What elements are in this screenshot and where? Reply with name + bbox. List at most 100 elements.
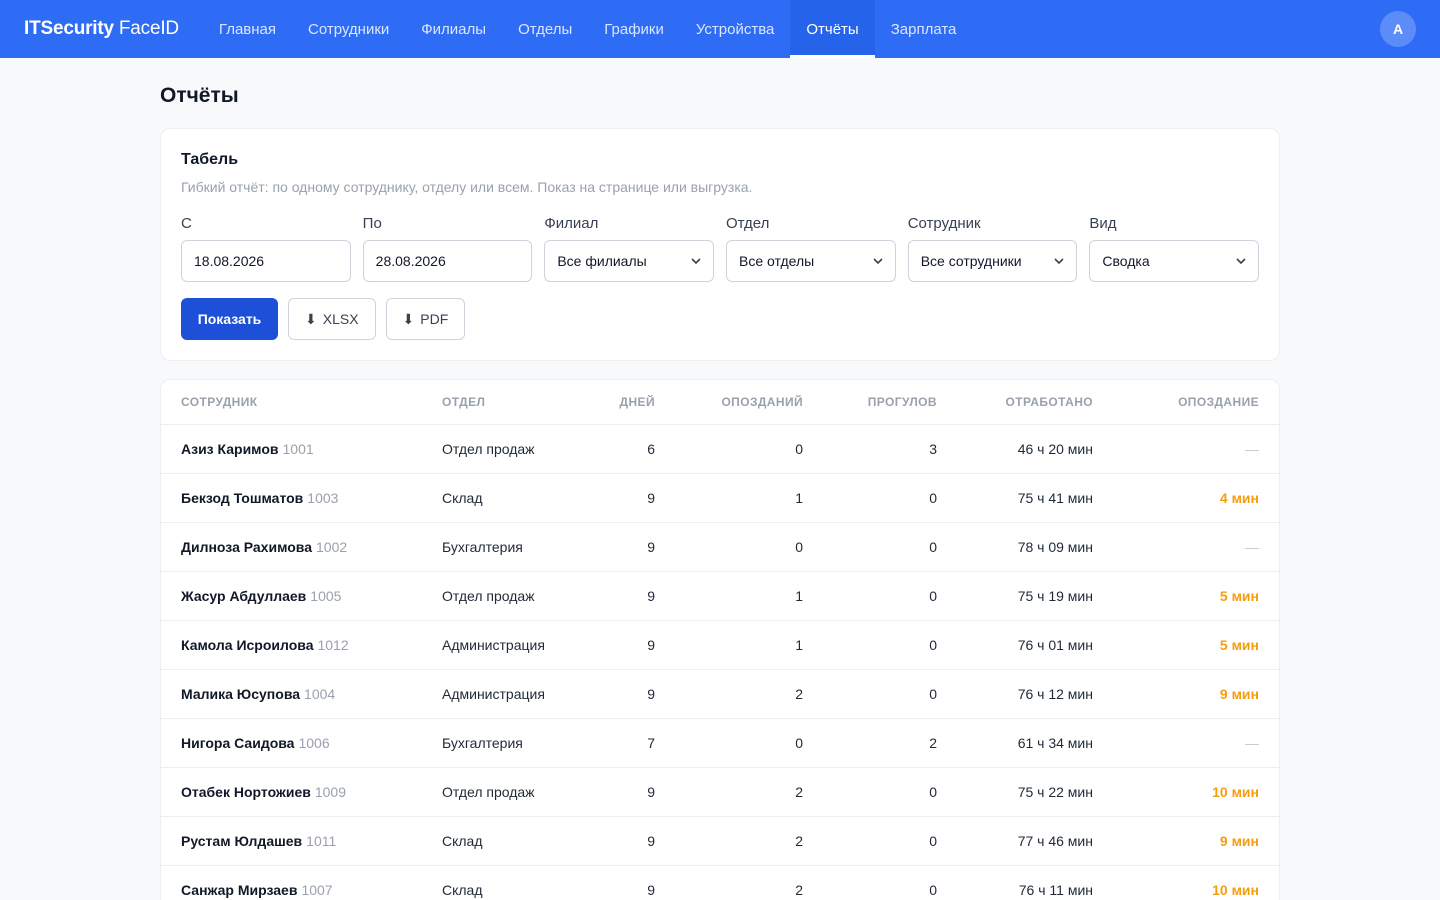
cell-lates: 0 [675, 424, 823, 474]
table-row[interactable]: Нигора Саидова 1006 Бухгалтерия 7 0 2 61 ч 34 … [161, 718, 1279, 768]
cell-days: 9 [572, 767, 675, 817]
branch-field: Филиал Все филиалы [544, 215, 715, 282]
date-from-input[interactable]: 18.08.2026 [181, 240, 351, 282]
branch-select[interactable]: Все филиалы [544, 240, 715, 282]
download-icon: ⬇ [402, 310, 415, 327]
cell-late: — [1113, 424, 1279, 474]
cell-absences: 0 [823, 865, 957, 900]
col-employee[interactable]: Сотрудник [161, 380, 422, 425]
cell-days: 7 [572, 718, 675, 768]
date-to-value: 28.08.2026 [375, 253, 446, 269]
employee-id: 1004 [304, 685, 336, 702]
report-title: Табель [181, 151, 239, 168]
nav-item-schedules[interactable]: Графики [588, 0, 680, 58]
employee-select[interactable]: Все сотрудники [907, 240, 1078, 282]
cell-department: Отдел продаж [422, 424, 572, 474]
chevron-down-icon [1236, 256, 1246, 266]
table-row[interactable]: Отабек Нортожиев 1009 Отдел продаж 9 2 0 75 ч … [161, 767, 1279, 817]
date-from-label: С [181, 215, 192, 232]
nav-item-departments[interactable]: Отделы [502, 0, 588, 58]
table-row[interactable]: Санжар Мирзаев 1007 Склад 9 2 0 76 ч 11 мин 10 … [161, 865, 1279, 900]
department-select[interactable]: Все отделы [726, 240, 896, 282]
cell-employee: Рустам Юлдашев 1011 [161, 816, 422, 866]
show-button[interactable]: Показать [181, 298, 278, 340]
cell-lates: 2 [675, 865, 823, 900]
employee-id: 1007 [301, 881, 333, 898]
table-row[interactable]: Дилноза Рахимова 1002 Бухгалтерия 9 0 0 78 ч 0… [161, 522, 1279, 572]
cell-absences: 0 [823, 620, 957, 670]
date-to-input[interactable]: 28.08.2026 [362, 240, 533, 282]
brand-logo[interactable]: ITSecurity FaceID [24, 0, 179, 58]
export-pdf-button[interactable]: ⬇ PDF [385, 298, 466, 340]
cell-department: Бухгалтерия [422, 718, 572, 768]
employee-id: 1011 [306, 832, 337, 849]
view-label: Вид [1089, 215, 1117, 232]
chevron-down-icon [691, 256, 701, 266]
filter-fields: С 18.08.2026 По 28.08.2026 Филиал Все фи… [181, 215, 1260, 282]
date-from-field: С 18.08.2026 [181, 215, 351, 282]
employee-id: 1005 [310, 587, 342, 604]
cell-department: Отдел продаж [422, 767, 572, 817]
export-xlsx-button[interactable]: ⬇ XLSX [288, 298, 376, 340]
page-title: Отчёты [160, 84, 239, 107]
department-value: Все отделы [739, 253, 815, 269]
nav-item-salary[interactable]: Зарплата [875, 0, 973, 58]
user-avatar[interactable]: A [1380, 11, 1416, 47]
main-nav: Главная Сотрудники Филиалы Отделы График… [203, 0, 972, 58]
col-days[interactable]: Дней [572, 380, 675, 425]
cell-worked: 77 ч 46 мин [957, 816, 1113, 866]
table-header-row: Сотрудник Отдел Дней Опозданий Прогулов … [161, 380, 1279, 425]
nav-item-devices[interactable]: Устройства [680, 0, 790, 58]
report-subtitle: Гибкий отчёт: по одному сотруднику, отде… [181, 179, 753, 195]
table-row[interactable]: Бекзод Тошматов 1003 Склад 9 1 0 75 ч 41 мин 4 … [161, 473, 1279, 523]
table-row[interactable]: Камола Исроилова 1012 Администрация 9 1 0 76 ч… [161, 620, 1279, 670]
cell-department: Склад [422, 816, 572, 866]
col-absences[interactable]: Прогулов [823, 380, 957, 425]
cell-late: 4 мин [1113, 473, 1279, 523]
cell-department: Склад [422, 473, 572, 523]
table-row[interactable]: Азиз Каримов 1001 Отдел продаж 6 0 3 46 ч 20 м… [161, 424, 1279, 474]
employee-label: Сотрудник [907, 215, 981, 232]
cell-worked: 76 ч 01 мин [957, 620, 1113, 670]
cell-late: — [1113, 522, 1279, 572]
cell-worked: 78 ч 09 мин [957, 522, 1113, 572]
brand-name-bold: ITSecurity [24, 18, 114, 39]
table-row[interactable]: Жасур Абдуллаев 1005 Отдел продаж 9 1 0 75 ч 1… [161, 571, 1279, 621]
date-to-label: По [362, 215, 382, 232]
employee-name: Дилноза Рахимова [181, 538, 313, 555]
table-row[interactable]: Рустам Юлдашев 1011 Склад 9 2 0 77 ч 46 мин 9 м… [161, 816, 1279, 866]
cell-lates: 0 [675, 718, 823, 768]
cell-lates: 1 [675, 571, 823, 621]
cell-absences: 0 [823, 571, 957, 621]
nav-item-employees[interactable]: Сотрудники [292, 0, 405, 58]
cell-days: 9 [572, 865, 675, 900]
nav-item-branches[interactable]: Филиалы [405, 0, 502, 58]
employee-id: 1006 [298, 734, 330, 751]
cell-days: 9 [572, 522, 675, 572]
view-select[interactable]: Сводка [1089, 240, 1260, 282]
nav-item-home[interactable]: Главная [203, 0, 292, 58]
date-from-value: 18.08.2026 [194, 253, 265, 269]
col-late[interactable]: Опоздание [1113, 380, 1279, 425]
cell-worked: 75 ч 19 мин [957, 571, 1113, 621]
col-lates[interactable]: Опозданий [675, 380, 823, 425]
employee-id: 1002 [316, 538, 348, 555]
cell-days: 9 [572, 816, 675, 866]
department-label: Отдел [726, 215, 770, 232]
cell-employee: Отабек Нортожиев 1009 [161, 767, 422, 817]
nav-item-reports[interactable]: Отчёты [790, 0, 875, 58]
cell-employee: Дилноза Рахимова 1002 [161, 522, 422, 572]
cell-absences: 0 [823, 816, 957, 866]
table-row[interactable]: Малика Юсупова 1004 Администрация 9 2 0 76 ч 1… [161, 669, 1279, 719]
brand-name-light: FaceID [118, 18, 179, 39]
col-department[interactable]: Отдел [422, 380, 572, 425]
cell-late: 10 мин [1113, 865, 1279, 900]
cell-absences: 3 [823, 424, 957, 474]
cell-lates: 1 [675, 620, 823, 670]
cell-absences: 0 [823, 669, 957, 719]
cell-lates: 1 [675, 473, 823, 523]
branch-label: Филиал [544, 215, 599, 232]
col-worked[interactable]: Отработано [957, 380, 1113, 425]
cell-lates: 2 [675, 767, 823, 817]
report-actions: Показать ⬇ XLSX ⬇ PDF [181, 298, 1259, 340]
